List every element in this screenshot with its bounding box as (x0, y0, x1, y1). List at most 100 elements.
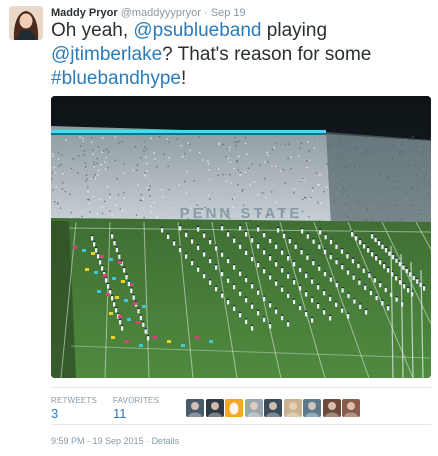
band-member-hat (239, 311, 242, 313)
band-member (281, 250, 284, 255)
crowd-speck (267, 161, 269, 163)
band-member-hat (109, 288, 112, 291)
band-member-hat (357, 262, 360, 264)
band-member (340, 249, 344, 254)
band-member-hat (257, 261, 260, 263)
band-member (142, 322, 145, 327)
band-member-hat (377, 239, 381, 241)
color-guard-flag (127, 318, 131, 321)
crowd-speck (96, 174, 99, 176)
hashtag-link-bluebandhype[interactable]: #bluebandhype (51, 68, 181, 89)
band-member (221, 226, 224, 231)
tweet-timestamp[interactable]: 9:59 PM - 19 Sep 2015 (51, 436, 144, 446)
band-member-hat (373, 276, 376, 279)
band-member-hat (245, 249, 248, 251)
band-member-hat (375, 294, 378, 296)
band-member-hat (299, 284, 302, 287)
band-member-hat (101, 264, 104, 267)
band-member-hat (288, 237, 291, 239)
band-member-hat (251, 303, 254, 305)
author-handle[interactable]: @maddyyypryor (121, 7, 201, 19)
crowd-speck (86, 178, 88, 180)
tweet-time-link[interactable]: Sep 19 (211, 7, 246, 19)
band-member-hat (355, 234, 358, 237)
band-member (275, 244, 278, 249)
band-member (367, 248, 370, 253)
color-guard-flag (103, 274, 107, 277)
band-member-hat (137, 307, 140, 309)
favorites-stat[interactable]: FAVORITES 11 (113, 396, 159, 421)
band-member (306, 255, 309, 260)
crowd-speck (81, 215, 83, 218)
retweets-stat[interactable]: RETWEETS 3 (51, 396, 97, 421)
tweet-footer: 9:59 PM - 19 Sep 2015 · Details (51, 436, 179, 446)
band-member (269, 275, 272, 280)
crowd-speck (109, 196, 112, 199)
band-member (221, 271, 224, 277)
crowd-speck (306, 166, 308, 169)
band-member-hat (191, 259, 194, 261)
crowd-speck (135, 169, 138, 171)
crowd-speck (284, 182, 286, 184)
crowd-speck (218, 143, 220, 146)
details-link[interactable]: Details (152, 436, 180, 446)
crowd-speck (293, 188, 296, 190)
mention-link-jtimberlake[interactable]: @jtimberlake (51, 44, 162, 65)
tweet-header: Maddy Pryor @maddyyypryor · Sep 19 (51, 7, 246, 19)
band-member-hat (103, 270, 106, 273)
crowd-speck (156, 216, 158, 218)
crowd-speck (218, 142, 220, 144)
crowd-speck (119, 208, 121, 210)
crowd-speck (178, 183, 180, 186)
band-member (203, 252, 206, 257)
user-avatar-icon[interactable] (283, 399, 302, 417)
band-member-hat (245, 276, 248, 278)
crowd-speck (94, 178, 97, 180)
tweet-card: Maddy Pryor @maddyyypryor · Sep 19 Oh ye… (0, 0, 438, 456)
user-avatar-icon[interactable] (186, 399, 204, 417)
crowd-speck (189, 149, 191, 152)
band-member-hat (384, 246, 388, 248)
band-member (374, 237, 377, 242)
crowd-speck (218, 168, 220, 170)
led-ribbon-shadow (51, 133, 326, 135)
band-member-hat (281, 314, 284, 316)
band-member (412, 275, 415, 281)
crowd-speck (244, 142, 247, 145)
user-avatar-icon[interactable] (322, 399, 341, 417)
default-egg-icon[interactable] (225, 399, 243, 417)
crowd-speck (207, 194, 210, 196)
band-member (351, 232, 354, 237)
crowd-speck (145, 148, 148, 151)
band-member (113, 240, 116, 246)
author-name[interactable]: Maddy Pryor (51, 7, 118, 19)
band-member (123, 268, 126, 273)
band-member (312, 239, 315, 244)
crowd-speck (184, 180, 186, 183)
band-member-hat (251, 255, 254, 257)
stadium-banner-text: PENN STATE (180, 205, 303, 222)
band-member-hat (203, 272, 206, 274)
user-avatar-icon[interactable] (244, 399, 263, 417)
band-member-hat (221, 224, 224, 227)
band-member-hat (335, 243, 338, 245)
mention-link-psublueband[interactable]: @psublueband (133, 20, 261, 41)
crowd-speck (186, 170, 188, 173)
crowd-speck (85, 174, 88, 176)
user-avatar-icon[interactable] (205, 399, 224, 417)
crowd-speck (114, 159, 116, 162)
band-member-hat (233, 263, 236, 266)
user-avatar-icon[interactable] (342, 399, 360, 417)
band-member (402, 265, 405, 270)
user-avatar-icon[interactable] (303, 399, 321, 417)
author-avatar[interactable] (9, 6, 43, 40)
band-member (269, 238, 272, 244)
crowd-speck (306, 160, 308, 162)
band-member-hat (293, 260, 296, 262)
tweet-photo[interactable]: PENN STATE (51, 96, 431, 378)
user-avatar-icon[interactable] (264, 399, 282, 417)
led-ribbon-board (51, 130, 326, 133)
crowd-speck (93, 161, 95, 164)
crowd-speck (185, 192, 188, 194)
crowd-speck (235, 145, 237, 147)
